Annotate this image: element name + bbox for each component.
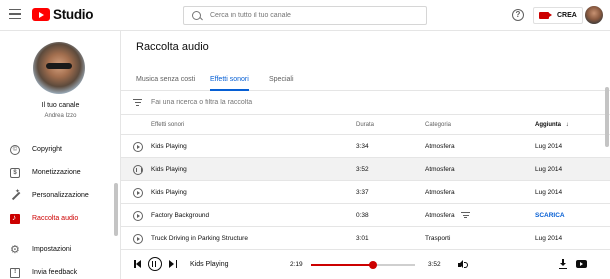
sidebar-item-label: Invia feedback bbox=[32, 269, 78, 276]
row-duration: 3:01 bbox=[356, 235, 369, 242]
row-duration: 3:52 bbox=[356, 166, 369, 173]
copyright-icon: © bbox=[10, 144, 20, 155]
play-icon[interactable] bbox=[133, 188, 143, 198]
player-elapsed-time: 2:19 bbox=[290, 261, 303, 268]
row-name: Kids Playing bbox=[151, 189, 187, 196]
column-header-category[interactable]: Categoria bbox=[425, 122, 451, 128]
row-category: Atmosfera bbox=[425, 212, 455, 219]
column-header-name[interactable]: Effetti sonori bbox=[151, 122, 184, 128]
page-title: Raccolta audio bbox=[136, 41, 209, 53]
sidebar-item-label: Impostazioni bbox=[32, 246, 72, 253]
account-avatar[interactable] bbox=[585, 6, 603, 24]
tab-effetti-sonori[interactable]: Effetti sonori bbox=[210, 76, 249, 91]
app-name: Studio bbox=[53, 7, 94, 22]
sidebar-item-label: Raccolta audio bbox=[32, 215, 79, 222]
player-progress-fill bbox=[311, 264, 374, 266]
sidebar-item-label: Copyright bbox=[32, 146, 62, 153]
skip-next-icon[interactable] bbox=[169, 260, 177, 268]
tab-musica-senza-costi[interactable]: Musica senza costi bbox=[136, 76, 195, 91]
row-duration: 3:37 bbox=[356, 189, 369, 196]
youtube-logo-icon bbox=[32, 8, 50, 21]
row-name: Factory Background bbox=[151, 212, 210, 219]
sidebar-item-label: Monetizzazione bbox=[32, 169, 81, 176]
row-category: Trasporti bbox=[425, 235, 451, 242]
filter-input[interactable] bbox=[151, 99, 451, 106]
volume-icon[interactable] bbox=[458, 260, 468, 269]
magic-wand-icon bbox=[10, 188, 20, 201]
youtube-icon[interactable] bbox=[576, 260, 587, 268]
sidebar-item-impostazioni[interactable]: ⚙ Impostazioni bbox=[0, 238, 121, 261]
channel-title: Il tuo canale bbox=[41, 102, 80, 109]
table-header: Effetti sonori Durata Categoria Aggiunta… bbox=[121, 115, 610, 135]
filter-icon[interactable] bbox=[133, 99, 142, 106]
filter-bar bbox=[121, 91, 610, 115]
row-duration: 3:34 bbox=[356, 143, 369, 150]
audio-library-icon bbox=[10, 213, 20, 224]
table-row[interactable]: Kids Playing 3:37 Atmosfera Lug 2014 bbox=[121, 181, 610, 204]
download-icon[interactable] bbox=[559, 259, 567, 270]
channel-name: Andrea Izzo bbox=[44, 113, 77, 119]
sidebar-scrollbar[interactable] bbox=[114, 183, 118, 236]
find-similar-icon[interactable] bbox=[461, 212, 470, 219]
play-icon[interactable] bbox=[133, 142, 143, 152]
feedback-icon bbox=[10, 267, 20, 278]
video-camera-icon bbox=[539, 12, 552, 19]
menu-icon[interactable] bbox=[9, 9, 21, 21]
play-icon[interactable] bbox=[133, 211, 143, 221]
table-row[interactable]: Kids Playing 3:52 Atmosfera Lug 2014 bbox=[121, 158, 610, 181]
sidebar-item-personalizzazione[interactable]: Personalizzazione bbox=[0, 184, 121, 207]
studio-logo[interactable]: Studio bbox=[32, 7, 94, 22]
pause-icon[interactable] bbox=[133, 165, 143, 175]
table-row[interactable]: Factory Background 0:38 Atmosfera SCARIC… bbox=[121, 204, 610, 227]
column-header-added[interactable]: Aggiunta ↓ bbox=[535, 122, 569, 128]
row-added: Lug 2014 bbox=[535, 189, 563, 196]
row-name: Kids Playing bbox=[151, 166, 187, 173]
sidebar: Il tuo canale Andrea Izzo © Copyright $ … bbox=[0, 31, 121, 279]
create-label: CREA bbox=[557, 12, 577, 19]
sort-arrow-down-icon: ↓ bbox=[565, 122, 569, 128]
search-icon bbox=[192, 11, 201, 20]
row-name: Truck Driving in Parking Structure bbox=[151, 235, 248, 242]
tab-speciali[interactable]: Speciali bbox=[269, 76, 294, 91]
sidebar-item-monetizzazione[interactable]: $ Monetizzazione bbox=[0, 161, 121, 184]
top-bar: Studio ? CREA bbox=[0, 0, 610, 31]
sidebar-item-label: Personalizzazione bbox=[32, 192, 89, 199]
help-icon[interactable]: ? bbox=[512, 9, 524, 21]
tab-bar: Musica senza costi Effetti sonori Specia… bbox=[121, 69, 610, 91]
sound-effects-table: Kids Playing 3:34 Atmosfera Lug 2014 Kid… bbox=[121, 135, 610, 250]
play-icon[interactable] bbox=[133, 234, 143, 244]
search-input[interactable] bbox=[210, 12, 420, 19]
sidebar-item-feedback[interactable]: Invia feedback bbox=[0, 261, 121, 279]
table-row[interactable]: Truck Driving in Parking Structure 3:01 … bbox=[121, 227, 610, 250]
row-added: Lug 2014 bbox=[535, 143, 563, 150]
row-category: Atmosfera bbox=[425, 166, 455, 173]
table-row[interactable]: Kids Playing 3:34 Atmosfera Lug 2014 bbox=[121, 135, 610, 158]
pause-icon[interactable] bbox=[148, 257, 162, 271]
gear-icon: ⚙ bbox=[10, 243, 20, 256]
sidebar-item-copyright[interactable]: © Copyright bbox=[0, 138, 121, 161]
main-scrollbar[interactable] bbox=[605, 87, 609, 147]
row-added: Lug 2014 bbox=[535, 235, 563, 242]
row-duration: 0:38 bbox=[356, 212, 369, 219]
row-category: Atmosfera bbox=[425, 189, 455, 196]
download-button[interactable]: SCARICA bbox=[535, 212, 565, 219]
player-progress-handle[interactable] bbox=[369, 261, 378, 269]
create-button[interactable]: CREA bbox=[533, 7, 583, 24]
row-name: Kids Playing bbox=[151, 143, 187, 150]
main-content: Raccolta audio Musica senza costi Effett… bbox=[121, 31, 610, 250]
player-total-time: 3:52 bbox=[428, 261, 441, 268]
channel-avatar[interactable] bbox=[33, 42, 85, 94]
dollar-icon: $ bbox=[10, 167, 20, 178]
player-track-title: Kids Playing bbox=[190, 261, 229, 268]
row-category: Atmosfera bbox=[425, 143, 455, 150]
player-progress-bar[interactable] bbox=[311, 261, 415, 269]
column-header-duration[interactable]: Durata bbox=[356, 122, 374, 128]
sidebar-nav: © Copyright $ Monetizzazione Personalizz… bbox=[0, 138, 121, 279]
column-header-added-label: Aggiunta bbox=[535, 122, 561, 128]
search-box[interactable] bbox=[183, 6, 427, 25]
skip-previous-icon[interactable] bbox=[134, 260, 142, 268]
sidebar-item-raccolta-audio[interactable]: Raccolta audio bbox=[0, 207, 121, 230]
row-added: Lug 2014 bbox=[535, 166, 563, 173]
audio-player: Kids Playing 2:19 3:52 bbox=[121, 249, 610, 279]
